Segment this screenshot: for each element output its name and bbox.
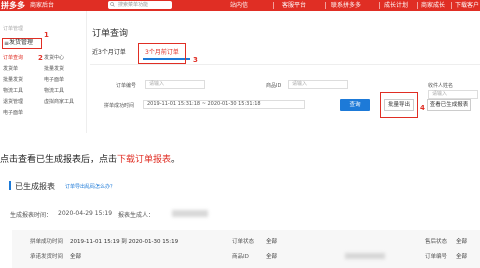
receiver-input[interactable]: 请输入 — [428, 90, 478, 99]
tabs-divider — [90, 64, 480, 65]
instruction-highlight: 下载订单报表 — [117, 155, 172, 165]
report-generator-redacted — [172, 210, 208, 217]
report-section-title: 已生成报表 — [15, 182, 55, 191]
sidebar-item-virtual-tools[interactable]: 虚拟商家工具 — [44, 98, 74, 105]
sidebar-header: 订单管理 — [3, 26, 24, 32]
search-input[interactable]: 搜索菜单功能 — [108, 1, 172, 9]
report-gen-time-label: 生成报表时间： — [10, 212, 53, 219]
receiver-placeholder: 请输入 — [432, 91, 448, 97]
brand-subtitle: 商家后台 — [30, 2, 55, 9]
nav-divider — [325, 2, 326, 9]
aftersale-status-value: 全部 — [456, 239, 468, 245]
query-button[interactable]: 查询 — [340, 99, 370, 111]
ship-time-value: 全部 — [70, 254, 82, 260]
search-placeholder: 搜索菜单功能 — [118, 2, 149, 8]
sidebar-item-batch-ship-2[interactable]: 批量发货 — [44, 65, 64, 72]
goods-id-placeholder: 请输入 — [292, 81, 308, 87]
section-accent-bar — [9, 181, 11, 190]
nav-divider — [451, 2, 452, 9]
success-time-label: 拼单成功时间 — [30, 239, 64, 245]
nav-contact[interactable]: 联系拼多多 — [331, 0, 361, 11]
order-no-input[interactable]: 请输入 — [145, 80, 205, 89]
nav-download-client[interactable]: 下载客户端 — [455, 0, 480, 20]
report-generator-label: 报表生成人： — [118, 212, 155, 219]
order-no-placeholder: 请输入 — [149, 81, 165, 87]
sidebar-item-ship-center[interactable]: 发货中心 — [44, 54, 64, 61]
goods-id-input[interactable]: 请输入 — [288, 80, 348, 89]
top-bar: 拼多多 商家后台 搜索菜单功能 站内信 客服平台 联系拼多多 成长计划 商家成长… — [0, 0, 480, 20]
annotation-step-1: 1 — [44, 31, 49, 39]
brand-logo[interactable]: 拼多多 — [0, 0, 25, 11]
date-range-label: 拼单成功时间 — [104, 103, 135, 109]
sidebar-item-batch-ship[interactable]: 批量发货 — [3, 76, 23, 83]
instruction-end: 。 — [171, 155, 181, 165]
sidebar-category-label: 发货管理 — [9, 39, 34, 46]
sidebar-category-shipping[interactable]: ≡ 发货管理 — [2, 38, 42, 49]
nav-divider — [379, 2, 380, 9]
redacted-value — [345, 253, 385, 259]
annotation-step-2: 2 — [38, 54, 43, 62]
highlight-box-tab — [138, 43, 186, 64]
nav-merchant-growth[interactable]: 商家成长 — [421, 0, 445, 11]
nav-messages[interactable]: 站内信 — [230, 0, 248, 11]
ship-time-label: 承诺发货时间 — [30, 254, 64, 260]
sidebar-item-eorder[interactable]: 电子面单 — [3, 109, 23, 116]
sidebar-item-returns[interactable]: 退货管理 — [3, 98, 23, 105]
nav-divider — [417, 2, 418, 9]
annotation-step-4: 4 — [420, 104, 425, 112]
goods-id-label: 商品ID — [266, 83, 282, 89]
sidebar-item-logistics-tools[interactable]: 物流工具 — [44, 87, 64, 94]
annotation-step-3: 3 — [193, 56, 198, 64]
nav-growth-plan[interactable]: 成长计划 — [384, 0, 408, 11]
highlight-box-export — [380, 92, 418, 118]
goods-id-detail-label: 商品ID — [232, 254, 249, 260]
date-range-input[interactable]: 2019-11-01 15:31:18 ~ 2020-01-30 15:31:1… — [143, 100, 305, 109]
sidebar-item-logistics[interactable]: 物流工具 — [3, 87, 23, 94]
menu-icon: ≡ — [4, 40, 10, 47]
report-detail-panel: 拼单成功时间 2019-11-01 15:19 到 2020-01-30 15:… — [12, 230, 480, 268]
export-garbled-help-link[interactable]: 订单导出乱码怎么办？ — [65, 183, 115, 190]
page-title: 订单查询 — [92, 29, 129, 39]
report-gen-time: 2020-04-29 15:19 — [58, 210, 113, 217]
goods-id-detail-value: 全部 — [266, 254, 278, 260]
nav-divider — [273, 2, 274, 9]
tab-recent-3-months[interactable]: 近3个月订单 — [92, 47, 126, 56]
order-status-value: 全部 — [266, 239, 278, 245]
receiver-label: 收件人姓名 — [428, 83, 454, 89]
sidebar: 订单管理 ≡ 发货管理 订单查询 发货单 批量发货 物流工具 退货管理 电子面单… — [0, 11, 87, 133]
success-time-value: 2019-11-01 15:19 到 2020-01-30 15:19 — [70, 239, 179, 245]
order-no-detail-value: 全部 — [456, 254, 468, 260]
date-range-value: 2019-11-01 15:31:18 ~ 2020-01-30 15:31:1… — [147, 101, 261, 107]
view-reports-button[interactable]: 查看已生成报表 — [427, 99, 471, 111]
sidebar-item-eorder-2[interactable]: 电子面单 — [44, 76, 64, 83]
order-no-detail-label: 订单编号 — [425, 254, 448, 260]
order-status-label: 订单状态 — [232, 239, 255, 245]
instruction-text: 点击查看已生成报表后，点击下载订单报表。 — [0, 152, 180, 165]
instruction-main: 点击查看已生成报表后，点击 — [0, 155, 118, 165]
order-no-label: 订单编号 — [116, 83, 137, 89]
nav-customer-service[interactable]: 客服平台 — [282, 0, 306, 11]
sidebar-item-invoice[interactable]: 发货单 — [3, 65, 18, 72]
sidebar-item-order-query[interactable]: 订单查询 — [3, 54, 23, 61]
search-icon — [110, 2, 115, 7]
aftersale-status-label: 售后状态 — [425, 239, 448, 245]
